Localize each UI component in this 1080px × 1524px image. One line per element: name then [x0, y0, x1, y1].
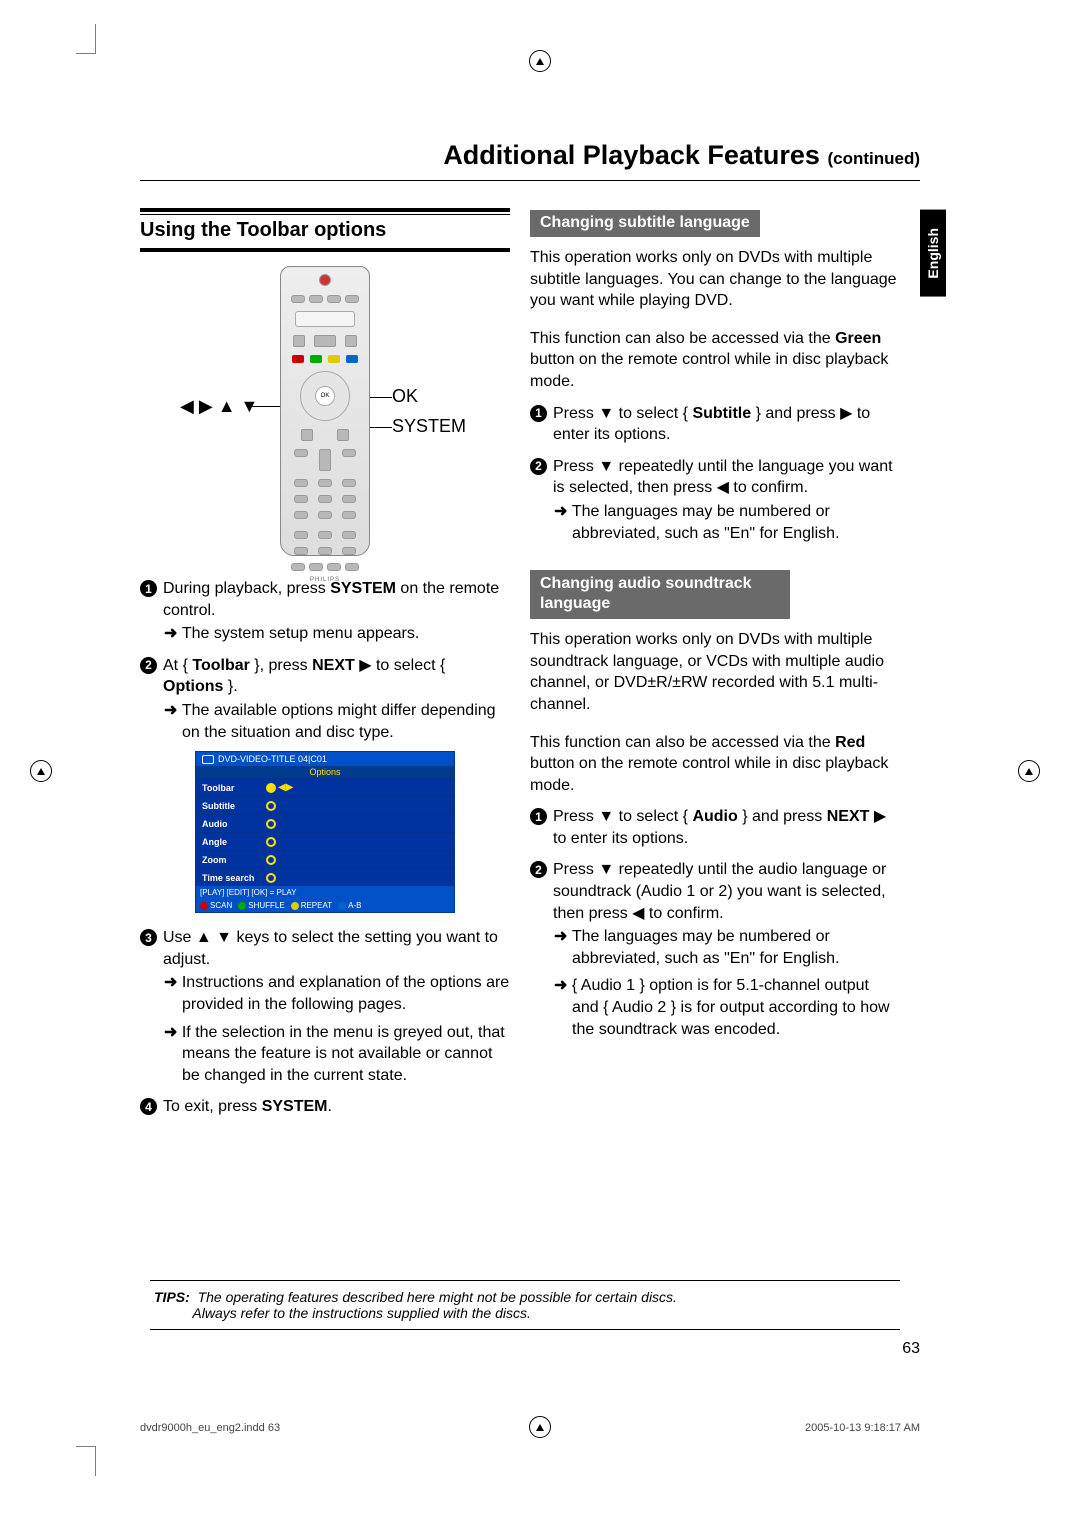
- osd-row-audio: Audio: [196, 814, 454, 832]
- callout-ok: OK: [392, 386, 418, 407]
- crop-mark-icon: [76, 24, 96, 54]
- audio-step-2: 2 Press ▼ repeatedly until the audio lan…: [530, 859, 900, 924]
- subtitle-step-1: 1 Press ▼ to select { Subtitle } and pre…: [530, 403, 900, 446]
- osd-row-angle: Angle: [196, 832, 454, 850]
- language-tab: English: [920, 210, 946, 297]
- step-text: Press ▼ repeatedly until the audio langu…: [553, 859, 900, 924]
- audio-step-1: 1 Press ▼ to select { Audio } and press …: [530, 806, 900, 849]
- result-line: ➜ The languages may be numbered or abbre…: [548, 501, 900, 544]
- arrow-icon: ➜: [554, 977, 572, 994]
- result-line: ➜ { Audio 1 } option is for 5.1-channel …: [548, 975, 900, 1040]
- step-3: 3 Use ▲ ▼ keys to select the setting you…: [140, 927, 510, 970]
- title-continued: (continued): [827, 149, 920, 168]
- arrow-icon: ➜: [164, 1024, 182, 1041]
- step-number-icon: 1: [530, 405, 547, 422]
- registration-mark-right-icon: [1018, 760, 1040, 782]
- callout-system: SYSTEM: [392, 416, 466, 437]
- step-text: During playback, press SYSTEM on the rem…: [163, 578, 510, 621]
- paragraph: This operation works only on DVDs with m…: [530, 629, 900, 715]
- tips-label: TIPS:: [154, 1289, 190, 1305]
- step-text: Press ▼ to select { Audio } and press NE…: [553, 806, 900, 849]
- osd-row-zoom: Zoom: [196, 850, 454, 868]
- osd-title-bar: DVD-VIDEO-TITLE 04|C01: [196, 752, 454, 766]
- osd-play-hint: [PLAY] [EDIT] [OK] = PLAY: [196, 886, 454, 899]
- section-heading-toolbar: Using the Toolbar options: [140, 208, 510, 252]
- step-text: At { Toolbar }, press NEXT ▶ to select {…: [163, 655, 510, 698]
- arrow-icon: ➜: [164, 625, 182, 642]
- paragraph: This function can also be accessed via t…: [530, 732, 900, 797]
- result-line: ➜ The system setup menu appears.: [158, 623, 510, 645]
- step-1: 1 During playback, press SYSTEM on the r…: [140, 578, 510, 621]
- arrow-icon: ➜: [164, 974, 182, 991]
- osd-row-timesearch: Time search: [196, 868, 454, 886]
- left-column: Using the Toolbar options ◀ ▶ ▲ ▼ OK SYS…: [140, 208, 510, 1120]
- callout-line: [370, 427, 392, 428]
- title-rule: [140, 180, 920, 181]
- tips-box: TIPS: The operating features described h…: [150, 1280, 900, 1330]
- right-column: Changing subtitle language This operatio…: [530, 208, 900, 1046]
- step-2: 2 At { Toolbar }, press NEXT ▶ to select…: [140, 655, 510, 698]
- step-number-icon: 1: [530, 808, 547, 825]
- callout-line: [370, 397, 392, 398]
- osd-row-subtitle: Subtitle: [196, 796, 454, 814]
- result-line: ➜ Instructions and explanation of the op…: [158, 972, 510, 1015]
- step-text: Press ▼ repeatedly until the language yo…: [553, 456, 900, 499]
- step-text: Use ▲ ▼ keys to select the setting you w…: [163, 927, 510, 970]
- result-line: ➜ The available options might differ dep…: [158, 700, 510, 743]
- registration-mark-top-icon: [529, 50, 551, 72]
- osd-subtitle: Options: [196, 766, 454, 778]
- title-main: Additional Playback Features: [443, 140, 820, 170]
- result-line: ➜ If the selection in the menu is greyed…: [158, 1022, 510, 1087]
- arrow-icon: ➜: [554, 928, 572, 945]
- tips-line2: Always refer to the instructions supplie…: [192, 1305, 531, 1321]
- page-title: Additional Playback Features (continued): [443, 140, 920, 171]
- registration-mark-bottom-icon: [529, 1416, 551, 1438]
- footer-right: 2005-10-13 9:18:17 AM: [805, 1422, 920, 1434]
- paragraph: This function can also be accessed via t…: [530, 328, 900, 393]
- step-text: Press ▼ to select { Subtitle } and press…: [553, 403, 900, 446]
- step-number-icon: 2: [140, 657, 157, 674]
- manual-page: Additional Playback Features (continued)…: [90, 30, 990, 1470]
- osd-row-toolbar: Toolbar◀▶: [196, 778, 454, 796]
- subtitle-step-2: 2 Press ▼ repeatedly until the language …: [530, 456, 900, 499]
- step-4: 4 To exit, press SYSTEM.: [140, 1096, 510, 1118]
- footer-left: dvdr9000h_eu_eng2.indd 63: [140, 1422, 280, 1434]
- arrow-icon: ➜: [554, 503, 572, 520]
- step-number-icon: 2: [530, 458, 547, 475]
- remote-control-icon: OK PHILIPS: [280, 266, 370, 556]
- step-number-icon: 1: [140, 580, 157, 597]
- osd-footer: SCAN SHUFFLE REPEAT A-B: [196, 899, 454, 912]
- step-number-icon: 3: [140, 929, 157, 946]
- step-number-icon: 2: [530, 861, 547, 878]
- callout-nav-arrows: ◀ ▶ ▲ ▼: [180, 396, 258, 417]
- tips-line1: The operating features described here mi…: [198, 1289, 677, 1305]
- osd-screenshot: DVD-VIDEO-TITLE 04|C01 Options Toolbar◀▶…: [195, 751, 455, 913]
- crop-mark-icon: [76, 1446, 96, 1476]
- result-line: ➜ The languages may be numbered or abbre…: [548, 926, 900, 969]
- remote-illustration: ◀ ▶ ▲ ▼ OK SYSTEM OK: [140, 266, 510, 566]
- registration-mark-left-icon: [30, 760, 52, 782]
- subsection-subtitle-lang: Changing subtitle language: [530, 210, 760, 237]
- arrow-icon: ➜: [164, 702, 182, 719]
- subsection-audio-lang: Changing audio soundtrack language: [530, 570, 790, 619]
- callout-line: [248, 406, 280, 407]
- page-number: 63: [902, 1340, 920, 1358]
- step-text: To exit, press SYSTEM.: [163, 1096, 332, 1118]
- paragraph: This operation works only on DVDs with m…: [530, 247, 900, 312]
- step-number-icon: 4: [140, 1098, 157, 1115]
